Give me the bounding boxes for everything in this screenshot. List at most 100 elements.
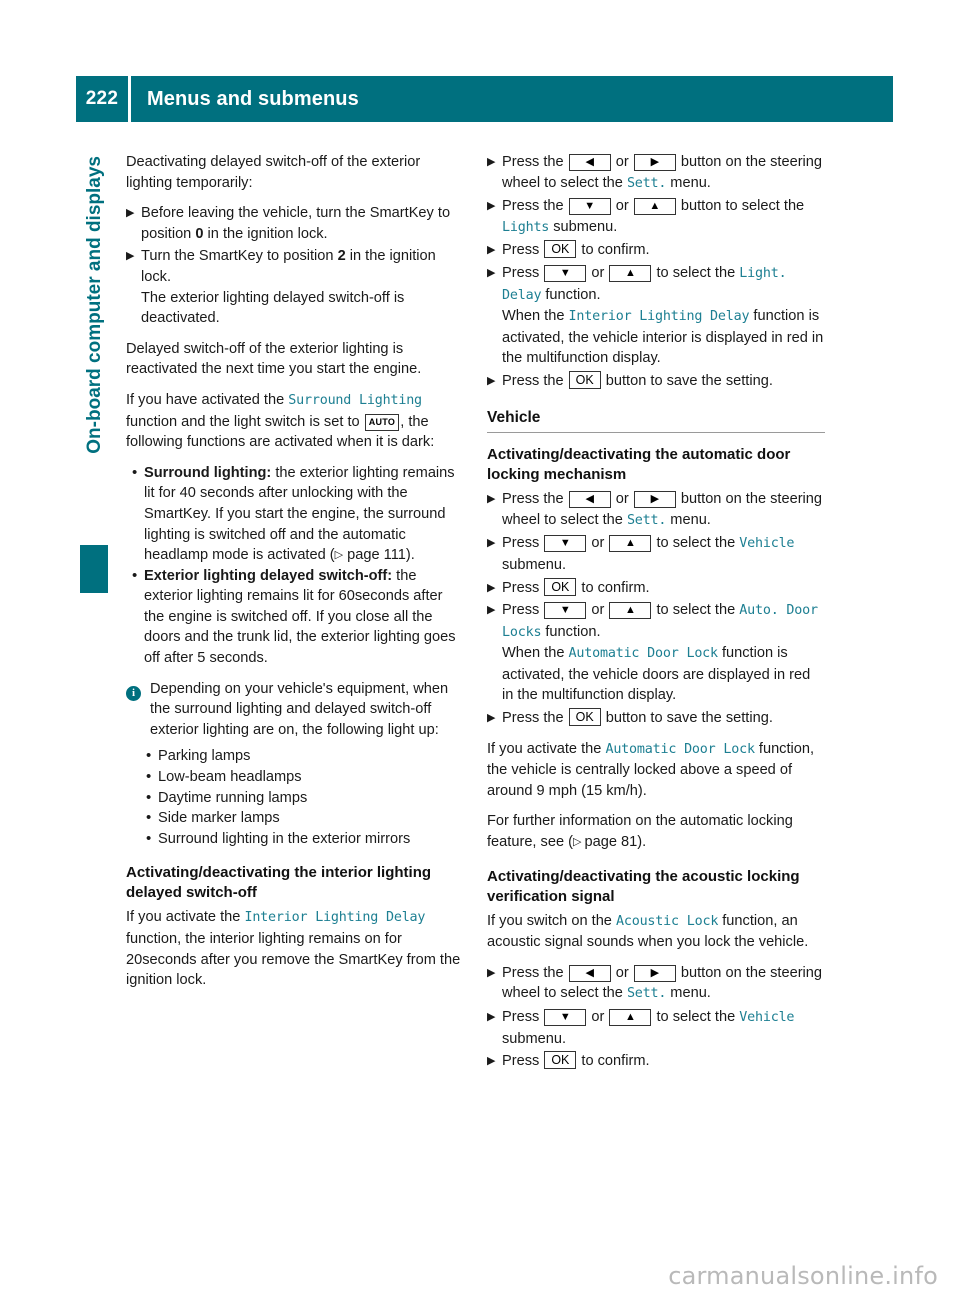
bullet-dot-icon: • bbox=[132, 566, 138, 584]
feature-bullet: • Surround lighting: the exterior lightin… bbox=[126, 463, 464, 566]
step-marker-icon: ▶ bbox=[487, 244, 496, 257]
steering-wheel-key-icon: ▼ bbox=[544, 602, 587, 620]
step-marker-icon: ▶ bbox=[487, 493, 496, 506]
ok-key-icon: OK bbox=[544, 240, 577, 259]
auto-key-icon: AUTO bbox=[364, 413, 400, 431]
procedure-step-text: Turn the SmartKey to position 2 in the i… bbox=[141, 246, 464, 328]
note-bullet: • Surround lighting in the exterior mirro… bbox=[140, 829, 464, 850]
procedure-step: ▶ Press the ◀ or ▶ button on the steering… bbox=[487, 963, 825, 1005]
procedure-step-text: Press the ◀ or ▶ button on the steering … bbox=[502, 963, 825, 1005]
bullet-dot-icon: • bbox=[132, 463, 138, 481]
procedure-step-text: Press the OK button to save the setting. bbox=[502, 370, 825, 392]
steering-wheel-key-icon: ◀ bbox=[568, 154, 611, 171]
text-run: or bbox=[611, 491, 633, 508]
interior-lighting-paragraph: If you activate the Interior Lighting De… bbox=[126, 907, 464, 990]
note-bullet-text: Side marker lamps bbox=[158, 810, 280, 827]
procedure-step-text: Press ▼ or ▲ to select the Vehicle subme… bbox=[502, 533, 825, 575]
interior-p1: If you activate the bbox=[126, 909, 245, 926]
steering-wheel-key-icon: ▲ bbox=[609, 264, 652, 282]
text-run: or bbox=[611, 964, 633, 981]
step-marker-icon: ▶ bbox=[487, 374, 496, 387]
step-marker-icon: ▶ bbox=[487, 537, 496, 550]
ui-label: Vehicle bbox=[739, 1010, 795, 1025]
step-marker-icon: ▶ bbox=[487, 581, 496, 594]
heading-acoustic-signal: Activating/deactivating the acoustic loc… bbox=[487, 867, 800, 905]
text-run: button to save the setting. bbox=[601, 372, 773, 389]
chapter-side-tab: On-board computer and displays bbox=[80, 156, 110, 640]
ui-label-acoustic-lock: Acoustic Lock bbox=[615, 913, 719, 929]
text-run: or bbox=[587, 1009, 609, 1025]
procedure-step: ▶ Press OK to confirm. bbox=[487, 577, 825, 599]
steering-wheel-key-icon: ◀ bbox=[568, 491, 611, 509]
procedure-step: ▶ Press the OK button to save the setting… bbox=[487, 708, 825, 729]
step-marker-icon: ▶ bbox=[487, 200, 496, 213]
ui-label: Interior Lighting Delay bbox=[568, 309, 750, 325]
procedure-step: ▶ Before leaving the vehicle, turn the Sm… bbox=[126, 203, 464, 244]
intro-paragraph: Deactivating delayed switch-off of the e… bbox=[126, 154, 421, 191]
steering-wheel-key-icon: ▼ bbox=[568, 198, 611, 216]
text-run: function. bbox=[541, 623, 601, 640]
text-run: Press bbox=[502, 1053, 544, 1070]
text-run: Press the bbox=[502, 154, 568, 170]
text-run: submenu. bbox=[502, 556, 567, 573]
further-pageref: page 81 bbox=[584, 834, 638, 851]
info-note: i Depending on your vehicle's equipment,… bbox=[126, 679, 464, 741]
door-lock-steps-list: ▶ Press the ◀ or ▶ button on the steering… bbox=[487, 489, 825, 729]
text-run: to select the bbox=[652, 535, 740, 552]
ui-label-automatic-door-lock: Automatic Door Lock bbox=[605, 741, 755, 757]
section-rule bbox=[487, 432, 825, 434]
section-heading-vehicle: Vehicle bbox=[487, 408, 541, 426]
note-bullet-text: Daytime running lamps bbox=[158, 789, 308, 806]
ui-label-surround-lighting: Surround Lighting bbox=[288, 392, 422, 408]
text-run: Press bbox=[502, 264, 544, 281]
steering-wheel-key-icon: ▼ bbox=[544, 264, 587, 282]
ok-key-icon: OK bbox=[568, 708, 601, 727]
procedure-step: ▶ Press OK to confirm. bbox=[487, 1051, 825, 1072]
info-note-body: Depending on your vehicle's equipment, w… bbox=[150, 680, 449, 738]
emphasis-text: 2 bbox=[337, 248, 346, 265]
left-text-column: Deactivating delayed switch-off of the e… bbox=[126, 152, 464, 1001]
text-run: function. bbox=[541, 286, 601, 303]
feature-bullet: • Exterior lighting delayed switch-off: t… bbox=[126, 566, 464, 669]
surround-lighting-paragraph: If you have activated the Surround Light… bbox=[126, 390, 464, 453]
text-run: menu. bbox=[666, 985, 711, 1002]
surround-p1: If you have activated the bbox=[126, 391, 289, 408]
steering-wheel-key-icon: ◀ bbox=[568, 964, 611, 982]
autolock-p1: If you activate the bbox=[487, 740, 606, 757]
text-run: to confirm. bbox=[577, 1053, 650, 1070]
step-marker-icon: ▶ bbox=[487, 156, 496, 168]
further-info-paragraph: For further information on the automatic… bbox=[487, 811, 825, 852]
surround-p2: function and the light switch is set to bbox=[126, 413, 364, 430]
steering-wheel-key-icon: ▶ bbox=[633, 964, 676, 982]
text-run: When the bbox=[502, 645, 569, 662]
text-run: to select the bbox=[652, 1009, 740, 1025]
note-bullet: • Low-beam headlamps bbox=[140, 767, 464, 788]
procedure-step-text: Press the OK button to save the setting. bbox=[502, 708, 825, 729]
feature-bullet-lead: Surround lighting: bbox=[144, 464, 272, 481]
ui-label: Lights bbox=[502, 219, 550, 235]
site-watermark: carmanualsonline.info bbox=[668, 1262, 938, 1290]
bullet-dot-icon: • bbox=[146, 747, 152, 765]
procedure-step: ▶ Press ▼ or ▲ to select the Light. Delay… bbox=[487, 263, 825, 369]
procedure-step-text: Press the ◀ or ▶ button on the steering … bbox=[502, 489, 825, 531]
procedure-step-text: Press the ◀ or ▶ button on the steering … bbox=[502, 152, 825, 194]
procedure-step: ▶ Press ▼ or ▲ to select the Auto. Door L… bbox=[487, 600, 825, 706]
step-marker-icon: ▶ bbox=[126, 207, 135, 220]
chapter-side-tab-label: On-board computer and displays bbox=[84, 156, 105, 454]
note-bullet-text: Parking lamps bbox=[158, 748, 251, 765]
text-run: to select the bbox=[652, 264, 740, 281]
text-run: Press the bbox=[502, 372, 568, 389]
procedure-step: ▶ Press OK to confirm. bbox=[487, 240, 825, 261]
page-header-bar: 222 Menus and submenus bbox=[76, 76, 893, 122]
text-run: When the bbox=[502, 308, 569, 325]
ui-label: Sett. bbox=[626, 175, 667, 191]
text-run: The exterior lighting delayed switch-off… bbox=[141, 289, 405, 327]
steering-wheel-key-icon: ▼ bbox=[544, 535, 587, 553]
step-marker-icon: ▶ bbox=[487, 966, 496, 979]
note-bullet: • Parking lamps bbox=[140, 746, 464, 767]
info-icon: i bbox=[126, 685, 141, 701]
bullet-dot-icon: • bbox=[146, 829, 152, 847]
right-text-column: ▶ Press the ◀ or ▶ button on the steering… bbox=[487, 152, 825, 1074]
text-run: or bbox=[611, 154, 633, 170]
text-run: menu. bbox=[666, 174, 711, 191]
